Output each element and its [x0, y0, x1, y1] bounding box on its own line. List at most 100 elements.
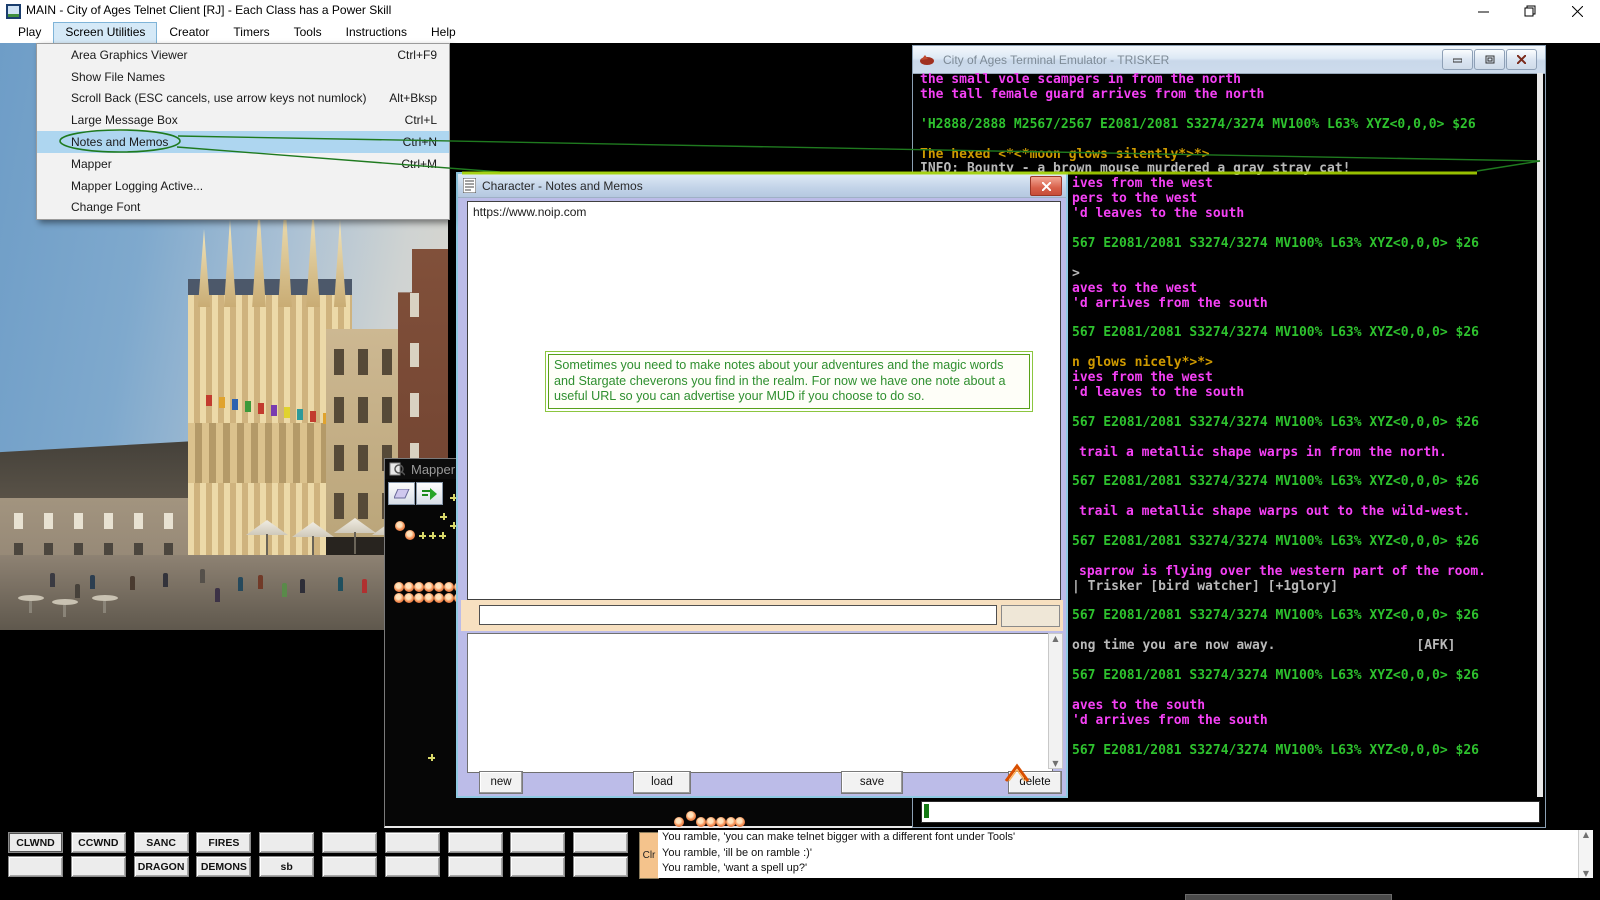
mapper-follow-button[interactable]: [416, 482, 443, 505]
map-room-dot: [686, 811, 696, 821]
photo-shape: [215, 588, 220, 602]
notes-dialog-titlebar[interactable]: Character - Notes and Memos: [458, 174, 1066, 198]
macro-button-empty[interactable]: [573, 832, 628, 853]
clear-button[interactable]: Clr: [639, 832, 659, 879]
photo-shape: [358, 445, 368, 471]
macro-button-empty[interactable]: [510, 832, 565, 853]
scroll-down-icon[interactable]: ▼: [1583, 869, 1589, 878]
terminal-minimize-button[interactable]: [1442, 49, 1473, 70]
terminal-line: 'H2888/2888 M2567/2567 E2081/2081 S3274/…: [920, 118, 1476, 133]
photo-shape: [334, 349, 344, 375]
note-list-item[interactable]: https://www.noip.com: [473, 205, 586, 219]
notes-dialog-close-button[interactable]: [1030, 176, 1062, 196]
macro-button-fires[interactable]: FIRES: [196, 832, 251, 853]
delete-button[interactable]: delete: [1008, 771, 1062, 794]
macro-button-ccwnd[interactable]: CCWND: [71, 832, 126, 853]
photo-shape: [382, 397, 392, 423]
macro-button-empty[interactable]: [448, 832, 503, 853]
menu-item-creator[interactable]: Creator: [157, 22, 221, 43]
terminal-line: 567 E2081/2081 S3274/3274 MV100% L63% XY…: [1072, 237, 1479, 252]
load-button[interactable]: load: [633, 771, 691, 794]
macro-button-sb[interactable]: sb: [259, 856, 314, 877]
dropdown-item-scroll-back-esc-cancels-use-arrow-keys-not-numlock[interactable]: Scroll Back (ESC cancels, use arrow keys…: [37, 88, 449, 110]
terminal-line: ives from the west: [1072, 177, 1213, 192]
menu-item-timers[interactable]: Timers: [221, 22, 281, 43]
note-side-button[interactable]: [1001, 605, 1060, 627]
macro-stack: CLWND: [8, 832, 63, 878]
terminal-restore-button[interactable]: [1474, 49, 1505, 70]
dropdown-item-notes-and-memos[interactable]: Notes and MemosCtrl+N: [37, 131, 449, 153]
dropdown-item-label: Area Graphics Viewer: [37, 48, 397, 62]
notes-list[interactable]: https://www.noip.com Sometimes you need …: [467, 201, 1061, 600]
note-body-textarea[interactable]: [467, 633, 1053, 773]
photo-shape: [258, 575, 263, 589]
photo-shape: [300, 579, 305, 593]
macro-button-empty[interactable]: [448, 856, 503, 877]
mapper-erase-button[interactable]: [388, 482, 415, 505]
dropdown-item-change-font[interactable]: Change Font: [37, 197, 449, 219]
photo-shape: [358, 493, 368, 519]
map-room-dot: [706, 817, 716, 827]
dropdown-item-label: Mapper: [37, 157, 401, 171]
macro-button-dragon[interactable]: DRAGON: [134, 856, 189, 877]
terminal-line: aves to the south: [1072, 699, 1205, 714]
terminal-titlebar[interactable]: City of Ages Terminal Emulator - TRISKER: [913, 46, 1545, 74]
map-room-dot: [404, 582, 414, 592]
bottom-scrollbar-thumb[interactable]: [1185, 894, 1392, 900]
dropdown-item-mapper[interactable]: MapperCtrl+M: [37, 153, 449, 175]
dropdown-item-show-file-names[interactable]: Show File Names: [37, 66, 449, 88]
note-title-input[interactable]: [479, 605, 997, 625]
menu-item-play[interactable]: Play: [6, 22, 53, 43]
terminal-close-button[interactable]: [1506, 49, 1537, 70]
macro-button-demons[interactable]: DEMONS: [196, 856, 251, 877]
terminal-line: 567 E2081/2081 S3274/3274 MV100% L63% XY…: [1072, 744, 1479, 759]
textarea-scrollbar[interactable]: ▲ ▼: [1048, 633, 1063, 769]
screen-utilities-menu: Area Graphics ViewerCtrl+F9Show File Nam…: [36, 43, 450, 220]
main-titlebar[interactable]: MAIN - City of Ages Telnet Client [RJ] -…: [0, 0, 1600, 23]
menu-item-screen-utilities[interactable]: Screen Utilities: [53, 22, 157, 44]
macro-button-empty[interactable]: [510, 856, 565, 877]
photo-shape: [362, 579, 367, 593]
photo-shape: [310, 411, 316, 422]
dropdown-item-shortcut: Ctrl+L: [405, 113, 449, 127]
terminal-line: 'd leaves to the south: [1072, 207, 1244, 222]
terminal-input[interactable]: [921, 801, 1540, 823]
document-icon: [463, 178, 476, 193]
minimize-button[interactable]: [1460, 0, 1506, 22]
restore-button[interactable]: [1507, 0, 1553, 22]
terminal-scrollbar[interactable]: [1537, 73, 1543, 797]
close-button[interactable]: [1554, 0, 1600, 22]
macro-button-empty[interactable]: [8, 856, 63, 877]
menu-item-tools[interactable]: Tools: [282, 22, 334, 43]
dropdown-item-label: Scroll Back (ESC cancels, use arrow keys…: [37, 91, 389, 105]
macro-button-empty[interactable]: [259, 832, 314, 853]
macro-button-clwnd[interactable]: CLWND: [8, 832, 63, 853]
photo-shape: [284, 407, 290, 418]
macro-button-sanc[interactable]: SANC: [134, 832, 189, 853]
scroll-up-icon[interactable]: ▲: [1583, 830, 1589, 839]
terminal-line: the small vole scampers in from the nort…: [920, 73, 1241, 88]
macro-button-empty[interactable]: [71, 856, 126, 877]
dropdown-item-area-graphics-viewer[interactable]: Area Graphics ViewerCtrl+F9: [37, 44, 449, 66]
terminal-app-icon: [919, 54, 935, 66]
dropdown-item-large-message-box[interactable]: Large Message BoxCtrl+L: [37, 109, 449, 131]
chat-log-scrollbar[interactable]: ▲ ▼: [1578, 830, 1593, 878]
save-button[interactable]: save: [841, 771, 903, 794]
notes-dialog[interactable]: Character - Notes and Memos https://www.…: [456, 172, 1068, 798]
macro-button-empty[interactable]: [573, 856, 628, 877]
menu-item-help[interactable]: Help: [419, 22, 468, 43]
scroll-up-icon[interactable]: ▲: [1052, 634, 1058, 643]
photo-shape: [334, 493, 344, 519]
macro-button-empty[interactable]: [322, 832, 377, 853]
new-button[interactable]: new: [479, 771, 523, 794]
macro-button-empty[interactable]: [385, 832, 440, 853]
macro-button-empty[interactable]: [322, 856, 377, 877]
menu-item-instructions[interactable]: Instructions: [334, 22, 419, 43]
minimize-icon: [1478, 6, 1489, 17]
photo-shape: [297, 409, 303, 420]
scroll-down-icon[interactable]: ▼: [1052, 759, 1058, 768]
dropdown-item-mapper-logging-active[interactable]: Mapper Logging Active...: [37, 175, 449, 197]
photo-shape: [0, 441, 196, 503]
photo-shape: [334, 445, 344, 471]
macro-button-empty[interactable]: [385, 856, 440, 877]
